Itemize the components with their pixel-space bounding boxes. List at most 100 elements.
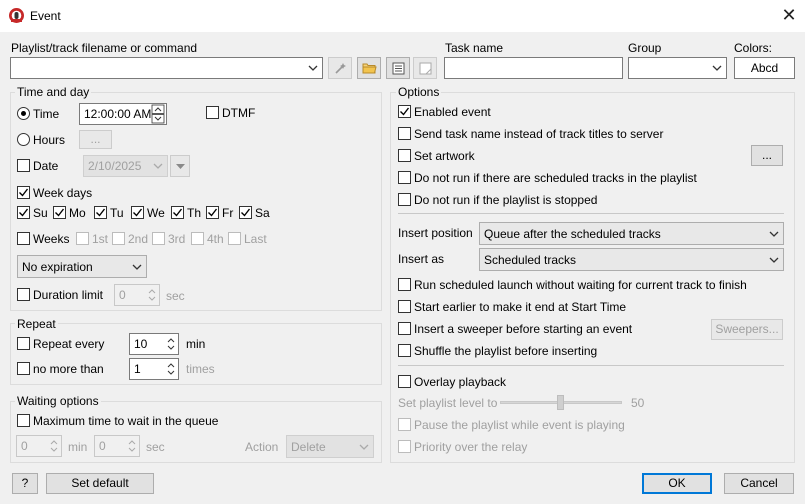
list-icon [392, 62, 405, 75]
checkmark-icon [19, 208, 29, 217]
week-checkbox-4th[interactable] [191, 232, 204, 245]
week-checkbox-3rd[interactable] [152, 232, 165, 245]
overlay-playback-checkbox[interactable] [398, 375, 411, 388]
day-checkbox-mo[interactable] [53, 206, 66, 219]
no-run-scheduled-checkbox[interactable] [398, 171, 411, 184]
week-days-checkbox[interactable] [17, 186, 30, 199]
hours-radio[interactable] [17, 133, 30, 146]
duration-limit-checkbox[interactable] [17, 288, 30, 301]
priority-relay-checkbox[interactable] [398, 440, 411, 453]
close-icon[interactable]: ✕ [776, 3, 802, 29]
date-checkbox[interactable] [17, 159, 30, 172]
week-checkbox-1st[interactable] [76, 232, 89, 245]
weeks-checkbox[interactable] [17, 232, 30, 245]
title-bar [0, 0, 805, 32]
repeat-every-spinner[interactable]: 10 [129, 333, 179, 355]
no-more-than-spinner[interactable]: 1 [129, 358, 179, 380]
chevron-down-icon [153, 163, 163, 169]
date-dropdown-button[interactable] [170, 155, 190, 177]
repeat-every-value: 10 [134, 337, 148, 351]
edit-command-button[interactable] [328, 57, 352, 79]
wait-sec-value: 0 [99, 439, 106, 453]
enabled-event-checkbox[interactable] [398, 105, 411, 118]
week-label-last: Last [244, 232, 267, 246]
app-logo-icon [9, 8, 24, 23]
date-value: 2/10/2025 [88, 159, 142, 173]
dtmf-checkbox[interactable] [206, 106, 219, 119]
options-group-label: Options [396, 85, 442, 99]
triangle-down-icon [176, 164, 185, 169]
set-artwork-checkbox[interactable] [398, 149, 411, 162]
colors-sample-button[interactable]: Abcd [734, 57, 795, 79]
playlist-level-value: 50 [631, 396, 645, 410]
send-task-name-label: Send task name instead of track titles t… [414, 127, 664, 141]
day-label-th: Th [187, 206, 202, 220]
time-radio[interactable] [17, 107, 30, 120]
checkmark-icon [96, 208, 106, 217]
start-earlier-label: Start earlier to make it end at Start Ti… [414, 300, 627, 314]
checkmark-icon [400, 107, 410, 116]
week-checkbox-last[interactable] [228, 232, 241, 245]
wait-sec-unit: sec [146, 440, 165, 454]
ok-button[interactable]: OK [642, 473, 712, 494]
day-checkbox-fr[interactable] [206, 206, 219, 219]
hours-button[interactable]: ... [79, 130, 112, 149]
filename-combo[interactable] [10, 57, 323, 79]
insert-position-label: Insert position [398, 226, 473, 240]
day-checkbox-th[interactable] [171, 206, 184, 219]
playlist-button[interactable] [386, 57, 410, 79]
day-checkbox-su[interactable] [17, 206, 30, 219]
run-without-waiting-checkbox[interactable] [398, 278, 411, 291]
artwork-browse-button[interactable]: ... [751, 145, 783, 166]
insert-sweeper-checkbox[interactable] [398, 322, 411, 335]
options-separator-1 [398, 213, 784, 214]
set-default-button[interactable]: Set default [46, 473, 154, 494]
help-button[interactable]: ? [12, 473, 38, 494]
spinner-arrows-icon[interactable] [125, 436, 139, 456]
checkmark-icon [55, 208, 65, 217]
duration-spinner[interactable]: 0 [114, 284, 160, 306]
send-task-name-checkbox[interactable] [398, 127, 411, 140]
insert-position-value: Queue after the scheduled tracks [484, 227, 661, 241]
checkmark-icon [19, 188, 29, 197]
cancel-button[interactable]: Cancel [724, 473, 794, 494]
day-checkbox-sa[interactable] [239, 206, 252, 219]
week-checkbox-2nd[interactable] [112, 232, 125, 245]
date-picker[interactable]: 2/10/2025 [83, 155, 168, 177]
wait-sec-spinner[interactable]: 0 [94, 435, 140, 457]
task-name-input[interactable] [444, 57, 623, 79]
date-label: Date [33, 159, 59, 173]
wait-min-spinner[interactable]: 0 [16, 435, 62, 457]
no-more-than-unit: times [186, 362, 215, 376]
day-checkbox-tu[interactable] [94, 206, 107, 219]
repeat-every-checkbox[interactable] [17, 337, 30, 350]
playlist-level-slider-thumb[interactable] [557, 395, 564, 410]
time-spinner[interactable]: 12:00:00 AM [79, 103, 167, 125]
spinner-arrows-icon[interactable] [164, 359, 178, 379]
spinner-arrows-icon[interactable] [47, 436, 61, 456]
no-run-stopped-checkbox[interactable] [398, 193, 411, 206]
shuffle-label: Shuffle the playlist before inserting [414, 344, 598, 358]
shuffle-checkbox[interactable] [398, 344, 411, 357]
expiration-combo[interactable]: No expiration [17, 255, 147, 278]
day-checkbox-we[interactable] [131, 206, 144, 219]
pause-playlist-checkbox[interactable] [398, 418, 411, 431]
action-combo[interactable]: Delete [286, 435, 374, 458]
spinner-arrows-icon[interactable] [164, 334, 178, 354]
insert-position-combo[interactable]: Queue after the scheduled tracks [479, 222, 784, 245]
open-folder-button[interactable] [357, 57, 381, 79]
start-earlier-checkbox[interactable] [398, 300, 411, 313]
insert-as-combo[interactable]: Scheduled tracks [479, 248, 784, 271]
group-combo[interactable] [628, 57, 727, 79]
max-wait-checkbox[interactable] [17, 414, 30, 427]
insert-as-value: Scheduled tracks [484, 253, 577, 267]
playlist-level-label: Set playlist level to [398, 396, 498, 410]
no-more-than-checkbox[interactable] [17, 362, 30, 375]
spinner-arrows-icon[interactable] [145, 285, 159, 305]
duration-value: 0 [119, 288, 126, 302]
pause-playlist-label: Pause the playlist while event is playin… [414, 418, 625, 432]
edit-file-button[interactable] [413, 57, 437, 79]
dtmf-label: DTMF [222, 106, 256, 120]
spinner-arrows-icon[interactable] [151, 104, 165, 124]
sweepers-button[interactable]: Sweepers... [711, 319, 783, 340]
